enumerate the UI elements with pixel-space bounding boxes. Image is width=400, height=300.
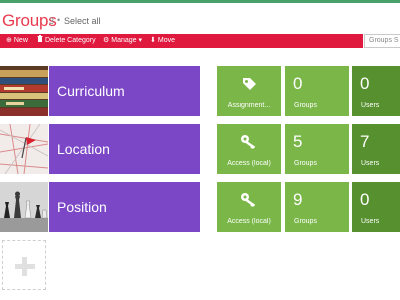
group-type-label: Assignment... (227, 102, 271, 109)
arrow-down-icon: ⬇ (150, 37, 156, 44)
new-button[interactable]: ⊕ New (6, 34, 28, 48)
subgroups-count-tile[interactable]: 9 Groups (285, 182, 349, 232)
subgroups-count-tile[interactable]: 5 Groups (285, 124, 349, 174)
chess-thumbnail[interactable] (0, 182, 48, 232)
key-icon (217, 192, 281, 213)
manage-menu-button[interactable]: ⚙ Manage ▾ (103, 34, 142, 48)
map-pin-thumbnail[interactable] (0, 124, 48, 174)
toolbar: ⊕ New Delete Category ⚙ Manage ▾ ⬇ Move (0, 34, 363, 48)
users-count-tile[interactable]: 7 Users (352, 124, 400, 174)
group-type-tile[interactable]: Access (local) (217, 124, 281, 174)
move-button[interactable]: ⬇ Move (150, 34, 175, 48)
page-header: Groups 3 • Select all (0, 3, 400, 33)
users-label: Users (361, 218, 380, 225)
delete-category-button[interactable]: Delete Category (37, 34, 96, 48)
trash-icon (37, 34, 43, 48)
subgroups-label: Groups (294, 160, 317, 167)
plus-icon-vertical (22, 257, 27, 276)
header-separator: • (57, 15, 61, 25)
users-count-tile[interactable]: 0 Users (352, 66, 400, 116)
move-label: Move (157, 37, 175, 44)
group-tile-curriculum[interactable]: Curriculum (49, 66, 200, 116)
tag-icon (217, 76, 281, 97)
group-type-tile[interactable]: Access (local) (217, 182, 281, 232)
users-label: Users (361, 102, 380, 109)
plus-circle-icon: ⊕ (6, 37, 12, 44)
group-name: Location (57, 141, 110, 157)
manage-label: Manage (111, 37, 137, 44)
group-type-label: Access (local) (227, 218, 271, 225)
search-input[interactable]: Groups S (364, 34, 400, 48)
users-label: Users (361, 160, 380, 167)
subgroups-count: 5 (293, 132, 303, 151)
chevron-down-icon: ▾ (138, 37, 143, 44)
subgroups-count: 0 (293, 74, 303, 93)
gear-icon: ⚙ (103, 37, 110, 44)
subgroups-count-tile[interactable]: 0 Groups (285, 66, 349, 116)
books-thumbnail[interactable] (0, 66, 48, 116)
subgroups-label: Groups (294, 218, 317, 225)
group-type-tile[interactable]: Assignment... (217, 66, 281, 116)
group-type-label: Access (local) (227, 160, 271, 167)
users-count-tile[interactable]: 0 Users (352, 182, 400, 232)
group-name: Curriculum (57, 83, 125, 99)
key-icon (217, 134, 281, 155)
group-name: Position (57, 199, 107, 215)
users-count: 0 (360, 74, 370, 93)
select-all-link[interactable]: Select all (64, 16, 101, 26)
search-placeholder: Groups S (369, 37, 399, 44)
group-tile-position[interactable]: Position (49, 182, 200, 232)
add-group-tile[interactable] (2, 240, 46, 290)
group-count: 3 (49, 16, 55, 26)
subgroups-label: Groups (294, 102, 317, 109)
group-tile-location[interactable]: Location (49, 124, 200, 174)
users-count: 7 (360, 132, 370, 151)
users-count: 0 (360, 190, 370, 209)
subgroups-count: 9 (293, 190, 303, 209)
new-label: New (13, 37, 28, 44)
delete-category-label: Delete Category (45, 37, 96, 44)
